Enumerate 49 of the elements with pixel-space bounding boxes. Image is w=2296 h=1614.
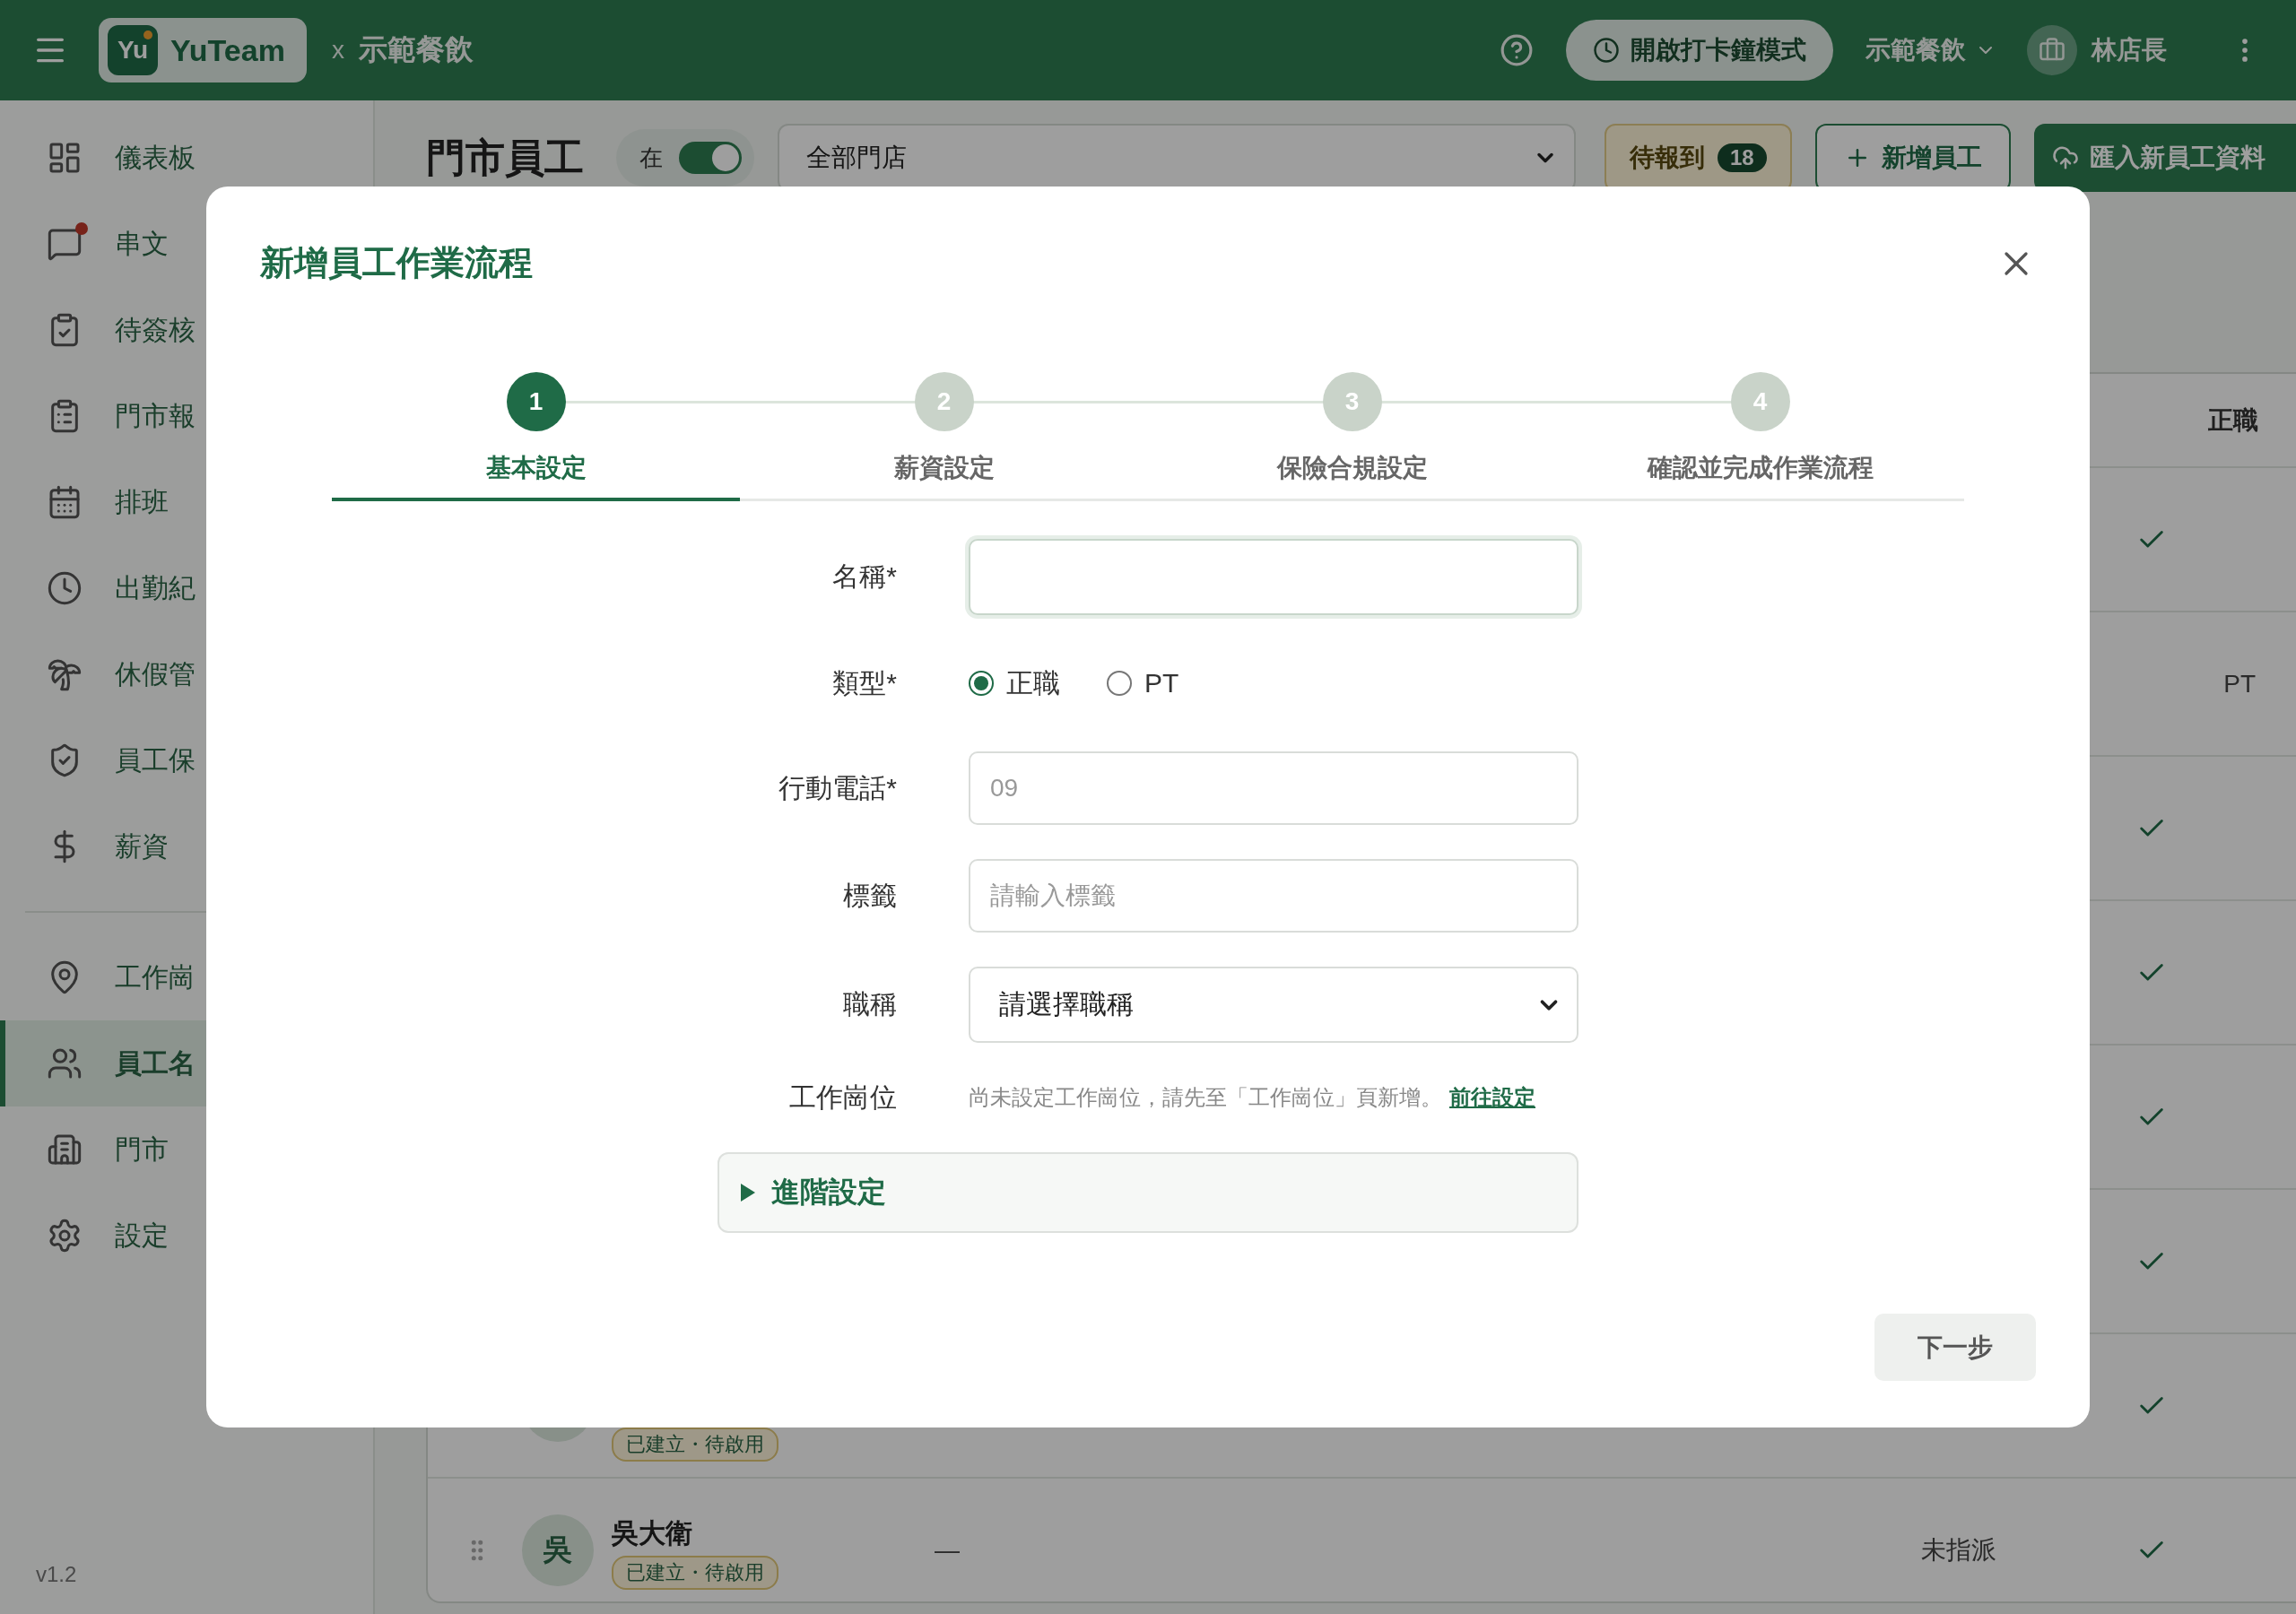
sidebar-item[interactable]: 設定 xyxy=(0,1193,373,1279)
next-button[interactable]: 下一步 xyxy=(1874,1314,2036,1381)
field-label: 工作崗位 xyxy=(789,1080,897,1114)
sidebar-item[interactable]: 員工保 xyxy=(0,717,373,803)
toggle-label: 在 xyxy=(639,143,663,173)
text-field[interactable]: 請輸入標籤 xyxy=(969,859,1578,933)
sidebar-item[interactable]: 薪資 xyxy=(0,803,373,889)
table-cell: PT xyxy=(2223,669,2256,699)
sidebar-item[interactable]: 門市 xyxy=(0,1106,373,1193)
field-label: 行動電話* xyxy=(778,771,897,804)
field-label: 職稱 xyxy=(843,988,897,1020)
clock-mode-button[interactable]: 開啟打卡鐘模式 xyxy=(1566,20,1833,81)
field-label: 名稱* xyxy=(832,560,897,593)
logo-mark: Yu xyxy=(108,25,158,75)
dialog-title: 新增員工作業流程 xyxy=(260,243,533,283)
status-tag: 已建立・待啟用 xyxy=(612,1556,778,1590)
settings-link[interactable]: 前往設定 xyxy=(1449,1083,1535,1112)
sidebar-item[interactable]: 出勤紀 xyxy=(0,545,373,631)
sidebar-item[interactable]: 儀表板 xyxy=(0,115,373,201)
app-logo[interactable]: Yu YuTeam xyxy=(99,18,307,82)
status-tag: 已建立・待啟用 xyxy=(612,1427,778,1462)
advanced-settings-toggle[interactable]: 進階設定 xyxy=(718,1152,1578,1233)
sidebar-item[interactable]: 待簽核 xyxy=(0,287,373,373)
page-title: 門市員工 xyxy=(426,135,584,180)
field-label: 類型* xyxy=(832,666,897,699)
job-title-select[interactable]: 請選擇職稱 xyxy=(969,967,1578,1043)
organization-name: 示範餐飲 xyxy=(358,32,474,67)
step-tab[interactable]: 1 基本設定 xyxy=(332,372,740,501)
step-number: 1 xyxy=(506,372,566,431)
sidebar-item[interactable]: 工作崗 xyxy=(0,934,373,1020)
count-badge: 18 xyxy=(1718,143,1767,172)
organization-switcher[interactable]: 示範餐飲 xyxy=(1860,32,2002,68)
text-field[interactable]: 09 xyxy=(969,751,1578,825)
radio-label[interactable]: 正職 xyxy=(1006,664,1060,702)
status-toggle[interactable]: 在 xyxy=(616,129,754,187)
hint-text: 尚未設定工作崗位，請先至「工作崗位」頁新增。 前往設定 xyxy=(969,1077,1578,1118)
employee-avatar: 吳 xyxy=(522,1514,594,1586)
user-name: 林店長 xyxy=(2092,35,2167,65)
sidebar-item[interactable]: 休假管 xyxy=(0,631,373,717)
employee-name: 吳大衛 xyxy=(612,1517,693,1549)
table-cell-text: 未指派 xyxy=(1921,1534,1996,1566)
app-name: YuTeam xyxy=(170,32,285,68)
import-button[interactable]: 匯入新員工資料 xyxy=(2033,124,2296,192)
radio-label[interactable]: PT xyxy=(1144,668,1179,699)
version-text: v1.2 xyxy=(36,1562,78,1587)
field-label: 標籤 xyxy=(843,879,897,912)
table-cell: — xyxy=(935,1535,960,1565)
separator-text: x xyxy=(331,36,344,65)
column-header: 正職 xyxy=(2208,404,2258,436)
